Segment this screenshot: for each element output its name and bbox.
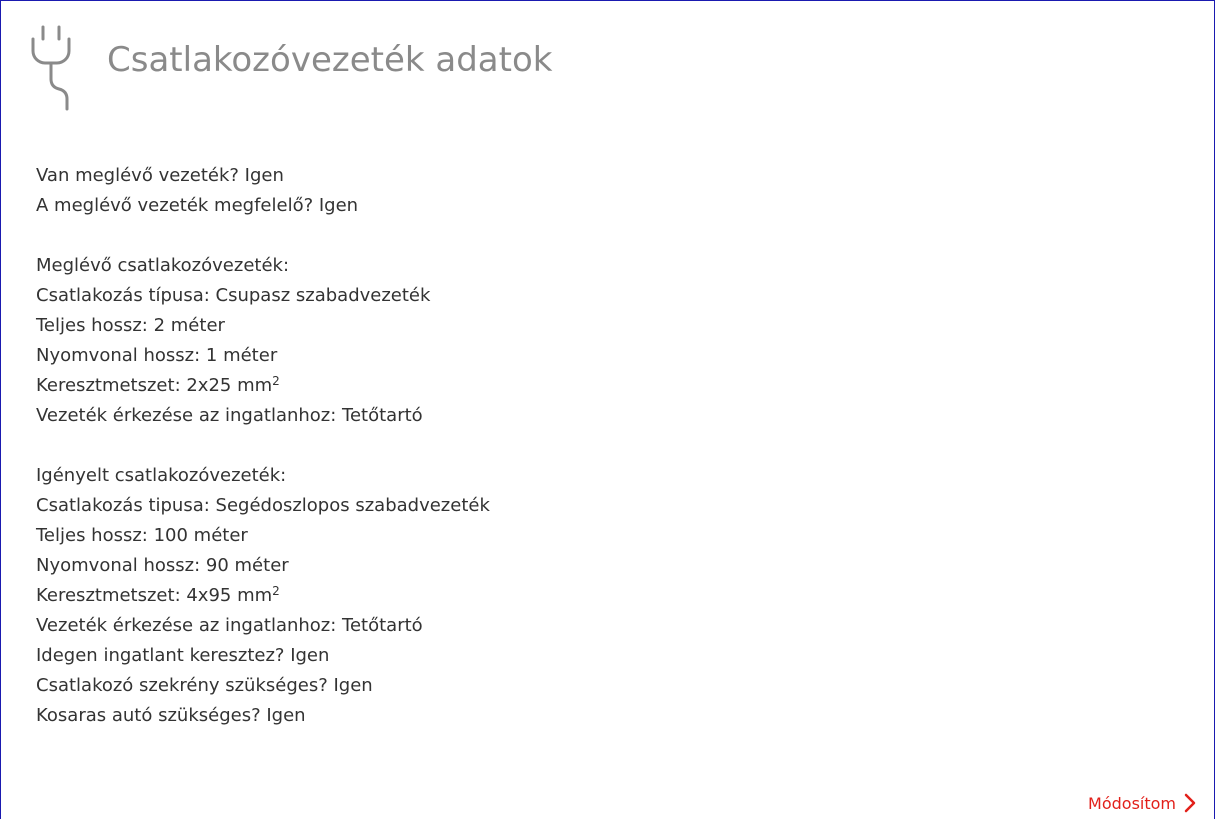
- cabinet-needed-question: Csatlakozó szekrény szükséges? Igen: [36, 675, 373, 696]
- requested-arrival: Vezeték érkezése az ingatlanhoz: Tetőtar…: [36, 615, 423, 636]
- existing-total-length: Teljes hossz: 2 méter: [36, 315, 225, 336]
- existing-line-question: Van meglévő vezeték? Igen: [36, 165, 284, 186]
- connection-details: Van meglévő vezeték? Igen A meglévő veze…: [36, 161, 490, 731]
- page-title: Csatlakozóvezeték adatok: [107, 40, 553, 80]
- requested-total-length: Teljes hossz: 100 méter: [36, 525, 248, 546]
- existing-cross-section: Keresztmetszet: 2x25 mm2: [36, 374, 280, 396]
- existing-arrival: Vezeték érkezése az ingatlanhoz: Tetőtar…: [36, 405, 423, 426]
- requested-connection-type: Csatlakozás tipusa: Segédoszlopos szabad…: [36, 495, 490, 516]
- requested-cross-section: Keresztmetszet: 4x95 mm2: [36, 584, 280, 606]
- existing-route-length: Nyomvonal hossz: 1 méter: [36, 345, 278, 366]
- modify-link[interactable]: Módosítom: [1088, 793, 1196, 813]
- plug-icon: [31, 25, 71, 111]
- modify-label: Módosítom: [1088, 793, 1176, 813]
- connection-line-panel: Csatlakozóvezeték adatok Van meglévő vez…: [0, 0, 1215, 819]
- panel-header: Csatlakozóvezeték adatok: [31, 23, 552, 113]
- existing-connection-type: Csatlakozás típusa: Csupasz szabadvezeté…: [36, 285, 431, 306]
- foreign-property-question: Idegen ingatlant keresztez? Igen: [36, 645, 330, 666]
- requested-section-heading: Igényelt csatlakozóvezeték:: [36, 465, 287, 486]
- chevron-right-icon: [1184, 793, 1196, 813]
- existing-section-heading: Meglévő csatlakozóvezeték:: [36, 255, 290, 276]
- requested-route-length: Nyomvonal hossz: 90 méter: [36, 555, 289, 576]
- bucket-truck-question: Kosaras autó szükséges? Igen: [36, 705, 306, 726]
- line-suitable-question: A meglévő vezeték megfelelő? Igen: [36, 195, 359, 216]
